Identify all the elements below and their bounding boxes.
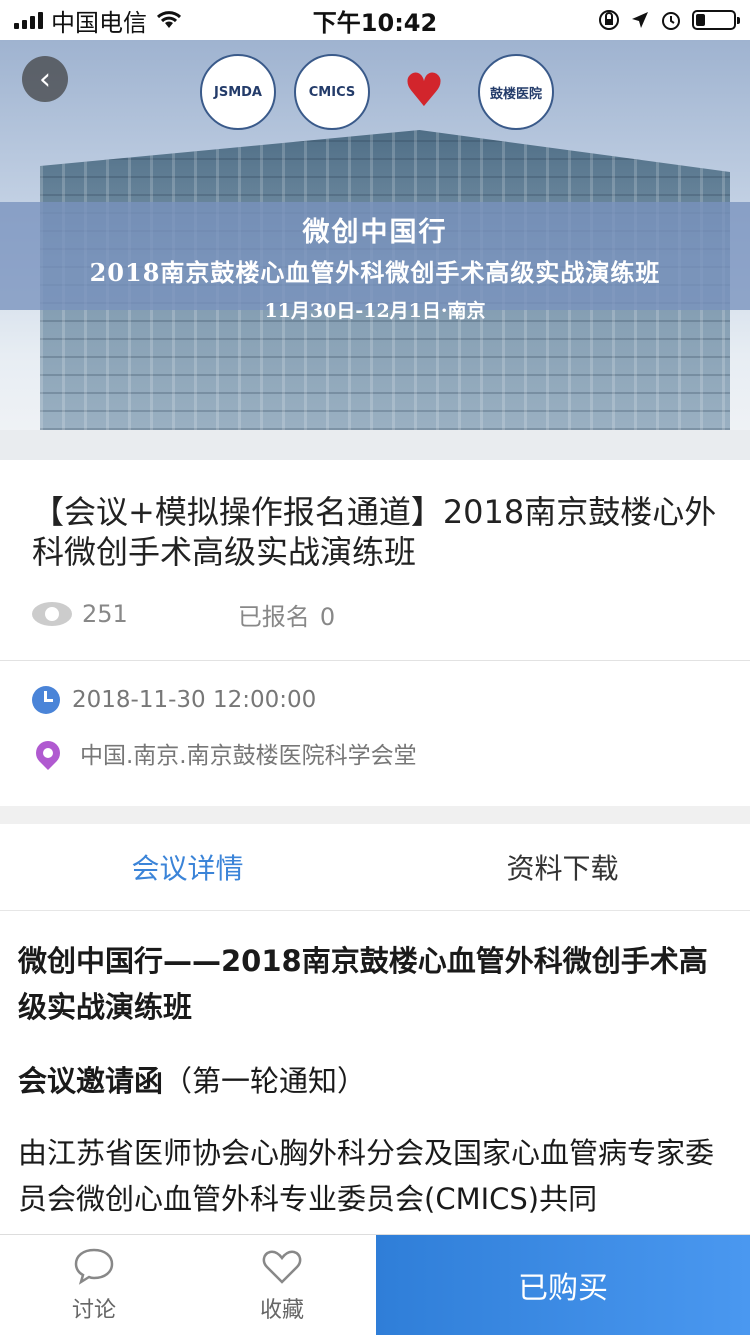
eye-icon bbox=[32, 602, 72, 626]
clock-icon bbox=[32, 686, 60, 714]
event-title: 【会议+模拟操作报名通道】2018南京鼓楼心外科微创手术高级实战演练班 bbox=[32, 493, 717, 571]
discuss-label: 讨论 bbox=[71, 1298, 116, 1323]
favorite-label: 收藏 bbox=[259, 1298, 304, 1323]
hero-line2: 2018南京鼓楼心血管外科微创手术高级实战演练班 bbox=[89, 258, 661, 287]
signal-icon bbox=[14, 11, 43, 29]
status-bar: 中国电信 下午10:42 bbox=[0, 0, 750, 40]
hero-line3: 11月30日-12月1日·南京 bbox=[264, 300, 486, 322]
rotation-lock-icon bbox=[599, 10, 619, 30]
back-button[interactable]: ‹ bbox=[22, 56, 68, 102]
event-location-row[interactable]: 中国.南京.南京鼓楼医院科学会堂 bbox=[31, 736, 417, 770]
article-content: 微创中国行——2018南京鼓楼心血管外科微创手术高级实战演练班 会议邀请函（第一… bbox=[18, 938, 730, 1222]
registered-count: 0 bbox=[319, 602, 336, 631]
registered-label: 已报名 bbox=[237, 602, 310, 631]
event-stats: 251 已报名 0 bbox=[32, 594, 335, 634]
detail-tabs: 会议详情 资料下载 bbox=[0, 824, 750, 911]
event-datetime: 2018-11-30 12:00:00 bbox=[72, 687, 317, 713]
event-location: 中国.南京.南京鼓楼医院科学会堂 bbox=[80, 743, 417, 769]
map-pin-icon bbox=[31, 736, 65, 770]
hero-caption: 微创中国行 2018南京鼓楼心血管外科微创手术高级实战演练班 11月30日-12… bbox=[0, 202, 750, 322]
tab-downloads[interactable]: 资料下载 bbox=[375, 824, 750, 910]
gulou-hospital-logo: 鼓楼医院 bbox=[478, 54, 554, 130]
article-subheading: 会议邀请函（第一轮通知） bbox=[18, 1058, 730, 1104]
wifi-icon bbox=[156, 11, 182, 28]
discuss-button[interactable]: 讨论 bbox=[0, 1235, 188, 1335]
hero-line1: 微创中国行 bbox=[302, 217, 448, 248]
ground-image bbox=[0, 430, 750, 460]
subheading-bold: 会议邀请函 bbox=[18, 1064, 164, 1098]
chevron-left-icon: ‹ bbox=[39, 61, 51, 97]
cmics-logo: CMICS bbox=[294, 54, 370, 130]
tab-meeting-details[interactable]: 会议详情 bbox=[0, 824, 375, 910]
bottom-action-bar: 讨论 收藏 已购买 bbox=[0, 1234, 750, 1335]
section-gap bbox=[0, 806, 750, 824]
event-time-row: 2018-11-30 12:00:00 bbox=[32, 686, 316, 714]
divider bbox=[0, 660, 750, 661]
subheading-rest: （第一轮通知） bbox=[163, 1064, 367, 1098]
chat-bubble-icon bbox=[74, 1248, 114, 1285]
article-heading: 微创中国行——2018南京鼓楼心血管外科微创手术高级实战演练班 bbox=[18, 944, 708, 1024]
heart-logo: ♥ bbox=[403, 63, 445, 117]
favorite-button[interactable]: 收藏 bbox=[188, 1235, 376, 1335]
status-left: 中国电信 bbox=[14, 3, 183, 38]
heart-icon bbox=[262, 1250, 302, 1284]
battery-icon bbox=[692, 10, 740, 30]
hero-banner: JSMDA CMICS ♥ 鼓楼医院 微创中国行 2018南京鼓楼心血管外科微创… bbox=[0, 40, 750, 460]
carrier-name: 中国电信 bbox=[51, 8, 147, 37]
jsmda-logo: JSMDA bbox=[200, 54, 276, 130]
alarm-icon bbox=[662, 12, 680, 30]
article-body: 由江苏省医师协会心胸外科分会及国家心血管病专家委员会微创心血管外科专业委员会(C… bbox=[18, 1136, 715, 1216]
sponsor-logos: JSMDA CMICS ♥ 鼓楼医院 bbox=[200, 54, 554, 130]
purchased-button[interactable]: 已购买 bbox=[376, 1235, 750, 1335]
battery-fill bbox=[696, 14, 705, 26]
status-right bbox=[598, 9, 740, 31]
location-arrow-icon bbox=[632, 12, 648, 28]
registration-count: 已报名 0 bbox=[238, 597, 335, 632]
view-count: 251 bbox=[82, 600, 128, 628]
